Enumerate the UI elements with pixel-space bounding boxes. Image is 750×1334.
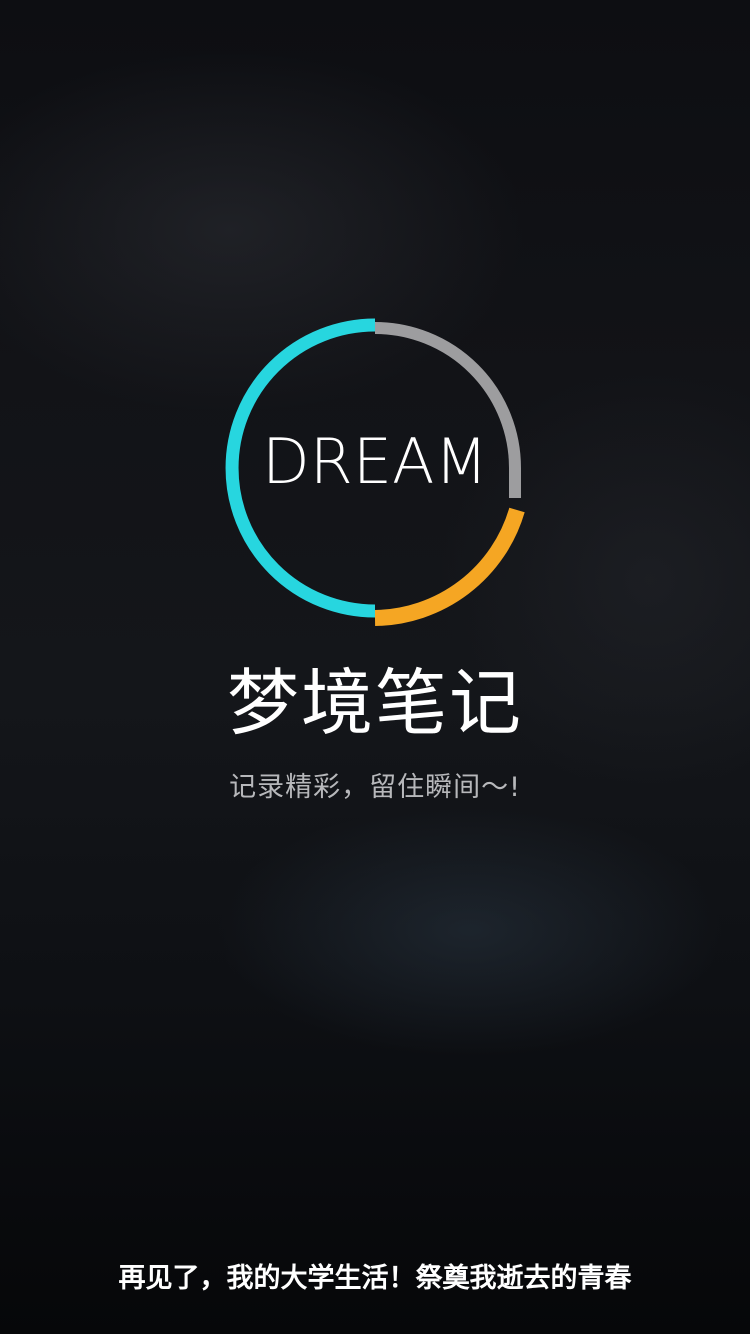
dream-logo: DREAM xyxy=(220,313,530,633)
logo-ring-icon: DREAM xyxy=(225,318,525,626)
app-title: 梦境笔记 xyxy=(226,661,523,745)
app-tagline: 记录精彩，留住瞬间～! xyxy=(229,772,521,803)
splash-screen: DREAM 梦境笔记 记录精彩，留住瞬间～! 再见了，我的大学生活！祭奠我逝去的… xyxy=(0,0,750,1334)
logo-ring-orange-arc xyxy=(374,507,525,626)
logo-text: DREAM xyxy=(262,425,488,498)
footer-caption: 再见了，我的大学生活！祭奠我逝去的青春 xyxy=(118,1263,632,1294)
